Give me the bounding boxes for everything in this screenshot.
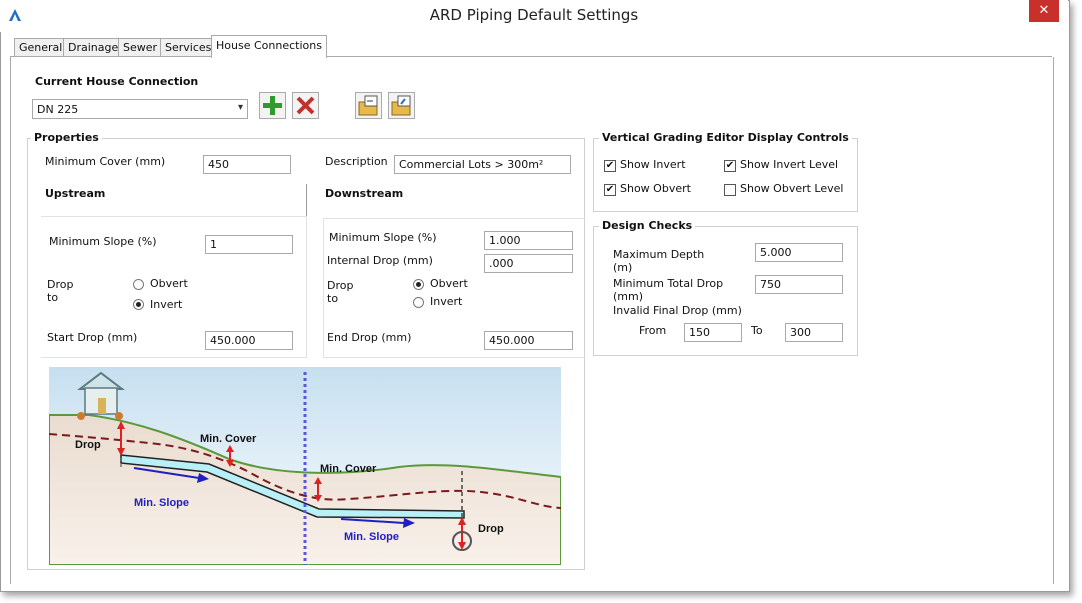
internal-drop-input[interactable]	[484, 254, 573, 273]
plus-icon	[263, 96, 282, 115]
end-drop-label: End Drop (mm)	[327, 331, 412, 344]
upstream-obvert-radio[interactable]	[133, 279, 144, 290]
description-input[interactable]	[394, 155, 571, 174]
tab-house-connections[interactable]: House Connections	[211, 35, 327, 58]
diagram-min-cover-2: Min. Cover	[320, 463, 377, 475]
downstream-min-slope-label: Minimum Slope (%)	[329, 231, 437, 244]
min-total-drop-unit: (mm)	[613, 290, 644, 303]
vge-group	[593, 138, 858, 212]
to-label: To	[751, 324, 763, 337]
min-total-drop-input[interactable]	[755, 275, 843, 294]
delete-icon	[296, 96, 315, 115]
upstream-invert-radio[interactable]	[133, 299, 144, 310]
upstream-obvert-label: Obvert	[150, 277, 188, 290]
design-checks-heading: Design Checks	[599, 219, 696, 232]
start-drop-input[interactable]	[205, 331, 293, 350]
current-connection-value: DN 225	[37, 103, 79, 116]
add-connection-button[interactable]	[259, 92, 286, 119]
invalid-final-drop-label: Invalid Final Drop (mm)	[613, 304, 742, 317]
description-label: Description	[325, 155, 388, 168]
chevron-down-icon: ▾	[237, 102, 243, 113]
current-connection-select[interactable]: DN 225 ▾	[32, 99, 248, 119]
show-invert-level-checkbox[interactable]: ✔	[724, 160, 736, 172]
downstream-obvert-label: Obvert	[430, 277, 468, 290]
upstream-heading: Upstream	[45, 187, 106, 200]
close-button[interactable]: ✕	[1029, 0, 1059, 22]
show-obvert-level-checkbox[interactable]	[724, 184, 736, 196]
vge-heading: Vertical Grading Editor Display Controls	[599, 131, 852, 144]
downstream-heading: Downstream	[325, 187, 404, 200]
show-invert-label: Show Invert	[620, 158, 686, 171]
downstream-to-label: to	[327, 292, 339, 305]
show-obvert-label: Show Obvert	[620, 182, 691, 195]
end-drop-input[interactable]	[484, 331, 573, 350]
tab-drainage[interactable]: Drainage	[63, 38, 124, 57]
diagram-drop-right: Drop	[478, 523, 504, 535]
import-button[interactable]	[355, 92, 382, 119]
upstream-invert-label: Invert	[150, 298, 183, 311]
downstream-obvert-radio[interactable]	[413, 279, 424, 290]
from-label: From	[639, 324, 667, 337]
show-obvert-checkbox[interactable]: ✔	[604, 184, 616, 196]
properties-heading: Properties	[31, 131, 102, 144]
diagram-min-cover-1: Min. Cover	[200, 433, 257, 445]
tab-general[interactable]: General	[14, 38, 68, 57]
show-obvert-level-label: Show Obvert Level	[740, 182, 844, 195]
upstream-min-slope-input[interactable]	[205, 235, 293, 254]
diagram-min-slope-1: Min. Slope	[134, 497, 189, 509]
min-cover-label: Minimum Cover (mm)	[45, 155, 166, 168]
to-input[interactable]	[785, 323, 843, 342]
folder-import-icon	[358, 95, 378, 116]
tab-sewer[interactable]: Sewer	[118, 38, 163, 57]
max-depth-input[interactable]	[755, 243, 843, 262]
downstream-min-slope-input[interactable]	[484, 231, 573, 250]
min-total-drop-label: Minimum Total Drop	[613, 277, 724, 290]
tab-services[interactable]: Services	[160, 38, 217, 57]
upstream-to-label: to	[47, 291, 59, 304]
internal-drop-label: Internal Drop (mm)	[327, 254, 433, 267]
export-button[interactable]	[388, 92, 415, 119]
diagram-min-slope-2: Min. Slope	[344, 531, 399, 543]
show-invert-checkbox[interactable]: ✔	[604, 160, 616, 172]
max-depth-unit: (m)	[613, 261, 633, 274]
min-cover-input[interactable]	[203, 155, 291, 174]
from-input[interactable]	[684, 323, 742, 342]
diagram-drop-left: Drop	[75, 439, 101, 451]
diagram-drawing: Drop Min. Cover Min. Cover Min. Slope Mi…	[49, 367, 561, 565]
upstream-min-slope-label: Minimum Slope (%)	[49, 235, 157, 248]
house-connection-diagram: Drop Min. Cover Min. Cover Min. Slope Mi…	[49, 367, 561, 565]
delete-connection-button[interactable]	[292, 92, 319, 119]
window-title: ARD Piping Default Settings	[429, 6, 639, 24]
current-connection-heading: Current House Connection	[35, 75, 199, 88]
show-invert-level-label: Show Invert Level	[740, 158, 839, 171]
upstream-drop-label: Drop	[47, 278, 74, 291]
folder-export-icon	[391, 95, 411, 116]
downstream-drop-label: Drop	[327, 279, 354, 292]
start-drop-label: Start Drop (mm)	[47, 331, 138, 344]
max-depth-label: Maximum Depth	[613, 248, 705, 261]
title-bar: ARD Piping Default Settings ✕	[0, 0, 1068, 32]
downstream-invert-label: Invert	[430, 295, 463, 308]
downstream-invert-radio[interactable]	[413, 297, 424, 308]
